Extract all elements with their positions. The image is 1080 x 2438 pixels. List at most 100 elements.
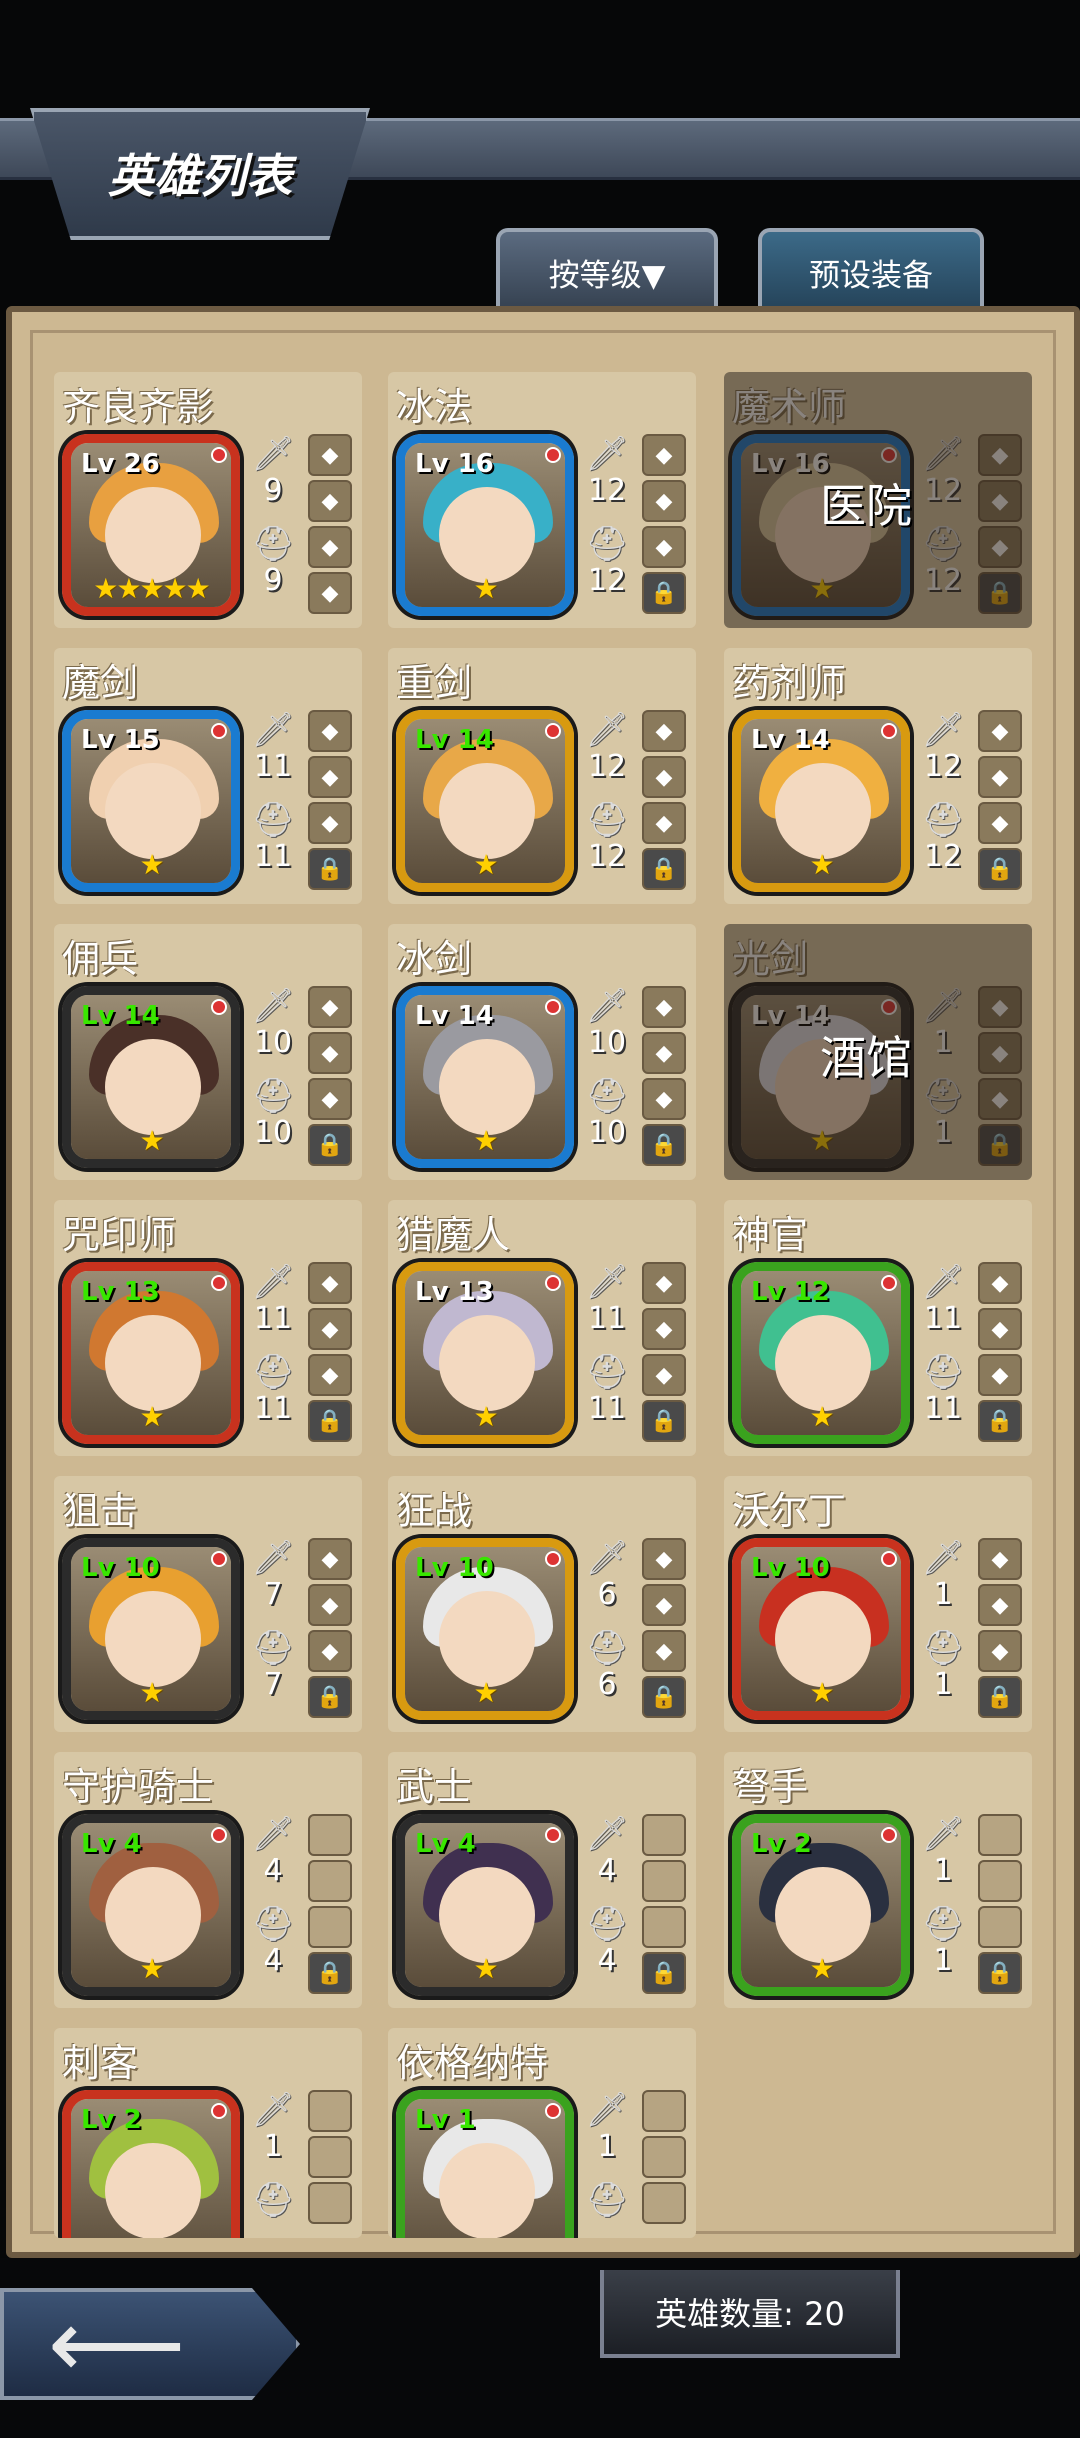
equipment-slot[interactable]	[308, 2090, 352, 2132]
hero-portrait[interactable]: Lv 10 ★	[396, 1538, 574, 1720]
hero-card[interactable]: 药剂师 Lv 14 ★ 🗡 12 ⛑ 12 ◆ ◆ ◆ 🔒	[724, 648, 1032, 904]
equipment-slot[interactable]: ◆	[978, 1262, 1022, 1304]
equipment-slot[interactable]: ◆	[978, 1584, 1022, 1626]
hero-card[interactable]: 重剑 Lv 14 ★ 🗡 12 ⛑ 12 ◆ ◆ ◆ 🔒	[388, 648, 696, 904]
preset-equipment-button[interactable]: 预设装备	[758, 228, 984, 312]
equipment-slot[interactable]: ◆	[308, 986, 352, 1028]
lock-icon[interactable]: 🔒	[308, 1676, 352, 1718]
hero-portrait[interactable]: Lv 2 ★	[732, 1814, 910, 1996]
equipment-slot[interactable]: ◆	[308, 756, 352, 798]
hero-portrait[interactable]: Lv 14 ★	[732, 710, 910, 892]
equipment-slot[interactable]: ◆	[642, 1630, 686, 1672]
hero-card[interactable]: 沃尔丁 Lv 10 ★ 🗡 1 ⛑ 1 ◆ ◆ ◆ 🔒	[724, 1476, 1032, 1732]
equipment-slot[interactable]: ◆	[978, 756, 1022, 798]
lock-icon[interactable]: 🔒	[978, 1952, 1022, 1994]
hero-portrait[interactable]: Lv 4 ★	[396, 1814, 574, 1996]
hero-card[interactable]: 佣兵 Lv 14 ★ 🗡 10 ⛑ 10 ◆ ◆ ◆ 🔒	[54, 924, 362, 1180]
equipment-slot[interactable]: ◆	[308, 1354, 352, 1396]
hero-card[interactable]: 魔术师 Lv 16 ★ 🗡 12 ⛑ 12 ◆◆◆🔒医院	[724, 372, 1032, 628]
equipment-slot[interactable]	[978, 1860, 1022, 1902]
equipment-slot[interactable]	[642, 2136, 686, 2178]
hero-card[interactable]: 弩手 Lv 2 ★ 🗡 1 ⛑ 1 🔒	[724, 1752, 1032, 2008]
equipment-slot[interactable]: ◆	[308, 802, 352, 844]
equipment-slot[interactable]	[642, 2182, 686, 2224]
hero-portrait[interactable]: Lv 13 ★	[62, 1262, 240, 1444]
equipment-slot[interactable]: ◆	[308, 434, 352, 476]
lock-icon[interactable]: 🔒	[308, 1400, 352, 1442]
lock-icon[interactable]: 🔒	[642, 572, 686, 614]
hero-portrait[interactable]: Lv 14 ★	[62, 986, 240, 1168]
hero-portrait[interactable]: Lv 14 ★	[396, 710, 574, 892]
lock-icon[interactable]: 🔒	[308, 848, 352, 890]
hero-portrait[interactable]: Lv 10 ★	[732, 1538, 910, 1720]
equipment-slot[interactable]: ◆	[308, 1308, 352, 1350]
sort-by-level-button[interactable]: 按等级▼	[496, 228, 718, 312]
equipment-slot[interactable]: ◆	[978, 1538, 1022, 1580]
equipment-slot[interactable]: ◆	[642, 1262, 686, 1304]
equipment-slot[interactable]: ◆	[978, 1354, 1022, 1396]
hero-card[interactable]: 猎魔人 Lv 13 ★ 🗡 11 ⛑ 11 ◆ ◆ ◆ 🔒	[388, 1200, 696, 1456]
lock-icon[interactable]: 🔒	[642, 1400, 686, 1442]
lock-icon[interactable]: 🔒	[642, 1124, 686, 1166]
equipment-slot[interactable]	[308, 2182, 352, 2224]
hero-card[interactable]: 魔剑 Lv 15 ★ 🗡 11 ⛑ 11 ◆ ◆ ◆ 🔒	[54, 648, 362, 904]
hero-card[interactable]: 咒印师 Lv 13 ★ 🗡 11 ⛑ 11 ◆ ◆ ◆ 🔒	[54, 1200, 362, 1456]
equipment-slot[interactable]: ◆	[642, 1078, 686, 1120]
equipment-slot[interactable]	[642, 1906, 686, 1948]
lock-icon[interactable]: 🔒	[642, 1676, 686, 1718]
hero-portrait[interactable]: Lv 16 ★	[396, 434, 574, 616]
equipment-slot[interactable]: ◆	[642, 756, 686, 798]
equipment-slot[interactable]	[978, 1814, 1022, 1856]
equipment-slot[interactable]: ◆	[308, 710, 352, 752]
hero-card[interactable]: 武士 Lv 4 ★ 🗡 4 ⛑ 4 🔒	[388, 1752, 696, 2008]
equipment-slot[interactable]: ◆	[642, 802, 686, 844]
lock-icon[interactable]: 🔒	[978, 1676, 1022, 1718]
hero-card[interactable]: 狙击 Lv 10 ★ 🗡 7 ⛑ 7 ◆ ◆ ◆ 🔒	[54, 1476, 362, 1732]
equipment-slot[interactable]: ◆	[642, 1354, 686, 1396]
equipment-slot[interactable]: ◆	[642, 1538, 686, 1580]
hero-card[interactable]: 冰法 Lv 16 ★ 🗡 12 ⛑ 12 ◆ ◆ ◆ 🔒	[388, 372, 696, 628]
equipment-slot[interactable]: ◆	[308, 1078, 352, 1120]
equipment-slot[interactable]: ◆	[308, 1538, 352, 1580]
equipment-slot[interactable]: ◆	[642, 1032, 686, 1074]
equipment-slot[interactable]: ◆	[642, 1584, 686, 1626]
hero-card[interactable]: 神官 Lv 12 ★ 🗡 11 ⛑ 11 ◆ ◆ ◆ 🔒	[724, 1200, 1032, 1456]
equipment-slot[interactable]: ◆	[642, 434, 686, 476]
equipment-slot[interactable]: ◆	[308, 1262, 352, 1304]
lock-icon[interactable]: 🔒	[978, 848, 1022, 890]
equipment-slot[interactable]: ◆	[308, 480, 352, 522]
equipment-slot[interactable]: ◆	[308, 572, 352, 614]
hero-portrait[interactable]: Lv 12 ★	[732, 1262, 910, 1444]
equipment-slot[interactable]: ◆	[308, 1630, 352, 1672]
equipment-slot[interactable]: ◆	[308, 526, 352, 568]
lock-icon[interactable]: 🔒	[308, 1952, 352, 1994]
lock-icon[interactable]: 🔒	[978, 1400, 1022, 1442]
hero-card[interactable]: 刺客 Lv 2 🗡 1 ⛑	[54, 2028, 362, 2238]
lock-icon[interactable]: 🔒	[642, 848, 686, 890]
hero-portrait[interactable]: Lv 2	[62, 2090, 240, 2238]
hero-card[interactable]: 守护骑士 Lv 4 ★ 🗡 4 ⛑ 4 🔒	[54, 1752, 362, 2008]
hero-card[interactable]: 光剑 Lv 14 ★ 🗡 1 ⛑ 1 ◆◆◆🔒酒馆	[724, 924, 1032, 1180]
hero-portrait[interactable]: Lv 13 ★	[396, 1262, 574, 1444]
equipment-slot[interactable]: ◆	[978, 710, 1022, 752]
equipment-slot[interactable]	[308, 1814, 352, 1856]
equipment-slot[interactable]	[308, 2136, 352, 2178]
hero-card[interactable]: 依格纳特 Lv 1 🗡 1 ⛑	[388, 2028, 696, 2238]
equipment-slot[interactable]	[978, 1906, 1022, 1948]
equipment-slot[interactable]	[642, 1814, 686, 1856]
hero-portrait[interactable]: Lv 26 ★★★★★	[62, 434, 240, 616]
equipment-slot[interactable]	[642, 2090, 686, 2132]
equipment-slot[interactable]: ◆	[308, 1584, 352, 1626]
hero-portrait[interactable]: Lv 1	[396, 2090, 574, 2238]
equipment-slot[interactable]	[308, 1860, 352, 1902]
hero-portrait[interactable]: Lv 15 ★	[62, 710, 240, 892]
equipment-slot[interactable]: ◆	[978, 802, 1022, 844]
lock-icon[interactable]: 🔒	[308, 1124, 352, 1166]
equipment-slot[interactable]: ◆	[642, 526, 686, 568]
back-button[interactable]: ⟵	[0, 2288, 300, 2400]
hero-portrait[interactable]: Lv 10 ★	[62, 1538, 240, 1720]
equipment-slot[interactable]: ◆	[308, 1032, 352, 1074]
equipment-slot[interactable]: ◆	[978, 1308, 1022, 1350]
equipment-slot[interactable]	[308, 1906, 352, 1948]
equipment-slot[interactable]: ◆	[642, 480, 686, 522]
